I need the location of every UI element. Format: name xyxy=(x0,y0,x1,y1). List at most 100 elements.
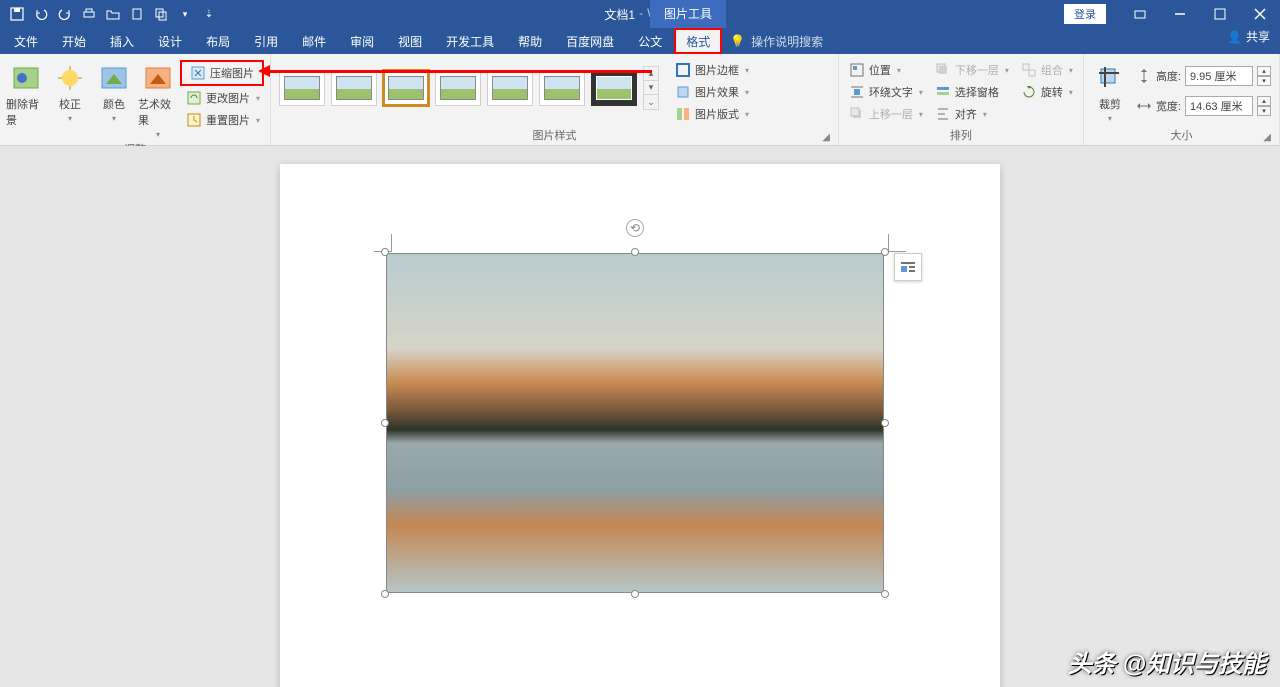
page[interactable]: ⟲ xyxy=(280,164,1000,687)
compress-icon xyxy=(190,65,206,81)
picture-effects-button[interactable]: 图片效果▾ xyxy=(671,82,753,102)
annotation-arrow xyxy=(262,70,652,73)
tab-layout[interactable]: 布局 xyxy=(194,28,242,54)
change-picture-button[interactable]: 更改图片▾ xyxy=(182,88,264,108)
group-adjust: 删除背景 校正▾ 颜色▾ 艺术效果▾ 压缩图片 xyxy=(0,54,271,145)
resize-handle[interactable] xyxy=(881,419,889,427)
width-input[interactable]: 14.63 厘米 xyxy=(1185,96,1253,116)
resize-handle[interactable] xyxy=(881,248,889,256)
ribbon-tabs: 文件 开始 插入 设计 布局 引用 邮件 审阅 视图 开发工具 帮助 百度网盘 … xyxy=(0,28,1280,54)
forward-icon xyxy=(849,106,865,122)
compress-pictures-button[interactable]: 压缩图片 xyxy=(186,63,258,83)
picture-style-gallery[interactable]: ▴▾⌄ xyxy=(277,58,661,118)
tell-me-search[interactable]: 💡 操作说明搜索 xyxy=(730,28,823,54)
tab-developer[interactable]: 开发工具 xyxy=(434,28,506,54)
group-icon xyxy=(1021,62,1037,78)
share-button[interactable]: 👤 共享 xyxy=(1227,28,1270,45)
width-spinner[interactable]: ▴▾ xyxy=(1257,96,1271,116)
dialog-launcher-icon[interactable]: ◢ xyxy=(822,132,830,143)
tab-insert[interactable]: 插入 xyxy=(98,28,146,54)
open-icon[interactable] xyxy=(102,3,124,25)
new-icon[interactable] xyxy=(126,3,148,25)
login-button[interactable]: 登录 xyxy=(1064,4,1106,24)
bring-forward-button[interactable]: 上移一层▾ xyxy=(845,104,927,124)
rotate-icon xyxy=(1021,84,1037,100)
tab-format[interactable]: 格式 xyxy=(674,28,722,54)
resize-handle[interactable] xyxy=(381,590,389,598)
tab-file[interactable]: 文件 xyxy=(2,28,50,54)
print-icon[interactable] xyxy=(78,3,100,25)
title-bar: ▾ ⇣ 文档1 - Word 图片工具 登录 xyxy=(0,0,1280,28)
rotate-handle[interactable]: ⟲ xyxy=(626,219,644,237)
position-icon xyxy=(849,62,865,78)
share-icon: 👤 xyxy=(1227,30,1242,44)
selection-pane-button[interactable]: 选择窗格 xyxy=(931,82,1013,102)
group-picture-styles: ▴▾⌄ 图片边框▾ 图片效果▾ 图片版式▾ 图片样式◢ xyxy=(271,54,839,145)
reset-picture-button[interactable]: 重置图片▾ xyxy=(182,110,264,130)
quick-access-toolbar: ▾ ⇣ xyxy=(0,3,220,25)
height-input[interactable]: 9.95 厘米 xyxy=(1185,66,1253,86)
resize-handle[interactable] xyxy=(631,590,639,598)
group-size-label: 大小◢ xyxy=(1090,125,1273,143)
tab-gongwen[interactable]: 公文 xyxy=(626,28,674,54)
copy-icon[interactable] xyxy=(150,3,172,25)
ribbon-display-icon[interactable] xyxy=(1120,0,1160,28)
group-styles-label: 图片样式◢ xyxy=(277,125,832,143)
position-button[interactable]: 位置▾ xyxy=(845,60,927,80)
color-button[interactable]: 颜色▾ xyxy=(94,58,134,123)
picture-border-button[interactable]: 图片边框▾ xyxy=(671,60,753,80)
tab-design[interactable]: 设计 xyxy=(146,28,194,54)
style-thumb-selected[interactable] xyxy=(383,70,429,106)
tab-home[interactable]: 开始 xyxy=(50,28,98,54)
resize-handle[interactable] xyxy=(381,248,389,256)
color-icon xyxy=(98,62,130,94)
document-area[interactable]: ⟲ xyxy=(0,146,1280,687)
height-icon xyxy=(1136,68,1152,84)
style-thumb[interactable] xyxy=(539,70,585,106)
tab-baidu[interactable]: 百度网盘 xyxy=(554,28,626,54)
minimize-icon[interactable] xyxy=(1160,0,1200,28)
resize-handle[interactable] xyxy=(631,248,639,256)
tab-references[interactable]: 引用 xyxy=(242,28,290,54)
send-backward-button[interactable]: 下移一层▾ xyxy=(931,60,1013,80)
resize-handle[interactable] xyxy=(381,419,389,427)
layout-options-button[interactable] xyxy=(894,253,922,281)
crop-icon xyxy=(1094,62,1126,94)
resize-handle[interactable] xyxy=(881,590,889,598)
wrap-icon xyxy=(849,84,865,100)
qat-customize-icon[interactable]: ⇣ xyxy=(198,3,220,25)
align-icon xyxy=(935,106,951,122)
backward-icon xyxy=(935,62,951,78)
tab-help[interactable]: 帮助 xyxy=(506,28,554,54)
remove-bg-icon xyxy=(10,62,42,94)
dialog-launcher-icon[interactable]: ◢ xyxy=(1263,132,1271,143)
undo-icon[interactable] xyxy=(30,3,52,25)
layout-options-icon xyxy=(899,258,917,276)
style-thumb[interactable] xyxy=(435,70,481,106)
selected-image[interactable]: ⟲ xyxy=(386,253,884,593)
maximize-icon[interactable] xyxy=(1200,0,1240,28)
artistic-effects-button[interactable]: 艺术效果▾ xyxy=(138,58,178,139)
picture-effects-icon xyxy=(675,84,691,100)
save-icon[interactable] xyxy=(6,3,28,25)
close-icon[interactable] xyxy=(1240,0,1280,28)
style-thumb[interactable] xyxy=(279,70,325,106)
style-thumb[interactable] xyxy=(487,70,533,106)
wrap-text-button[interactable]: 环绕文字▾ xyxy=(845,82,927,102)
style-thumb[interactable] xyxy=(591,70,637,106)
corrections-button[interactable]: 校正▾ xyxy=(50,58,90,123)
rotate-button[interactable]: 旋转▾ xyxy=(1017,82,1077,102)
height-spinner[interactable]: ▴▾ xyxy=(1257,66,1271,86)
tab-mailings[interactable]: 邮件 xyxy=(290,28,338,54)
remove-background-button[interactable]: 删除背景 xyxy=(6,58,46,128)
redo-icon[interactable] xyxy=(54,3,76,25)
crop-button[interactable]: 裁剪▾ xyxy=(1090,58,1130,123)
tab-view[interactable]: 视图 xyxy=(386,28,434,54)
picture-layout-button[interactable]: 图片版式▾ xyxy=(671,104,753,124)
qat-more-icon[interactable]: ▾ xyxy=(174,3,196,25)
watermark: 头条 @知识与技能 xyxy=(1068,644,1266,679)
style-thumb[interactable] xyxy=(331,70,377,106)
tab-review[interactable]: 审阅 xyxy=(338,28,386,54)
align-button[interactable]: 对齐▾ xyxy=(931,104,1013,124)
group-button[interactable]: 组合▾ xyxy=(1017,60,1077,80)
